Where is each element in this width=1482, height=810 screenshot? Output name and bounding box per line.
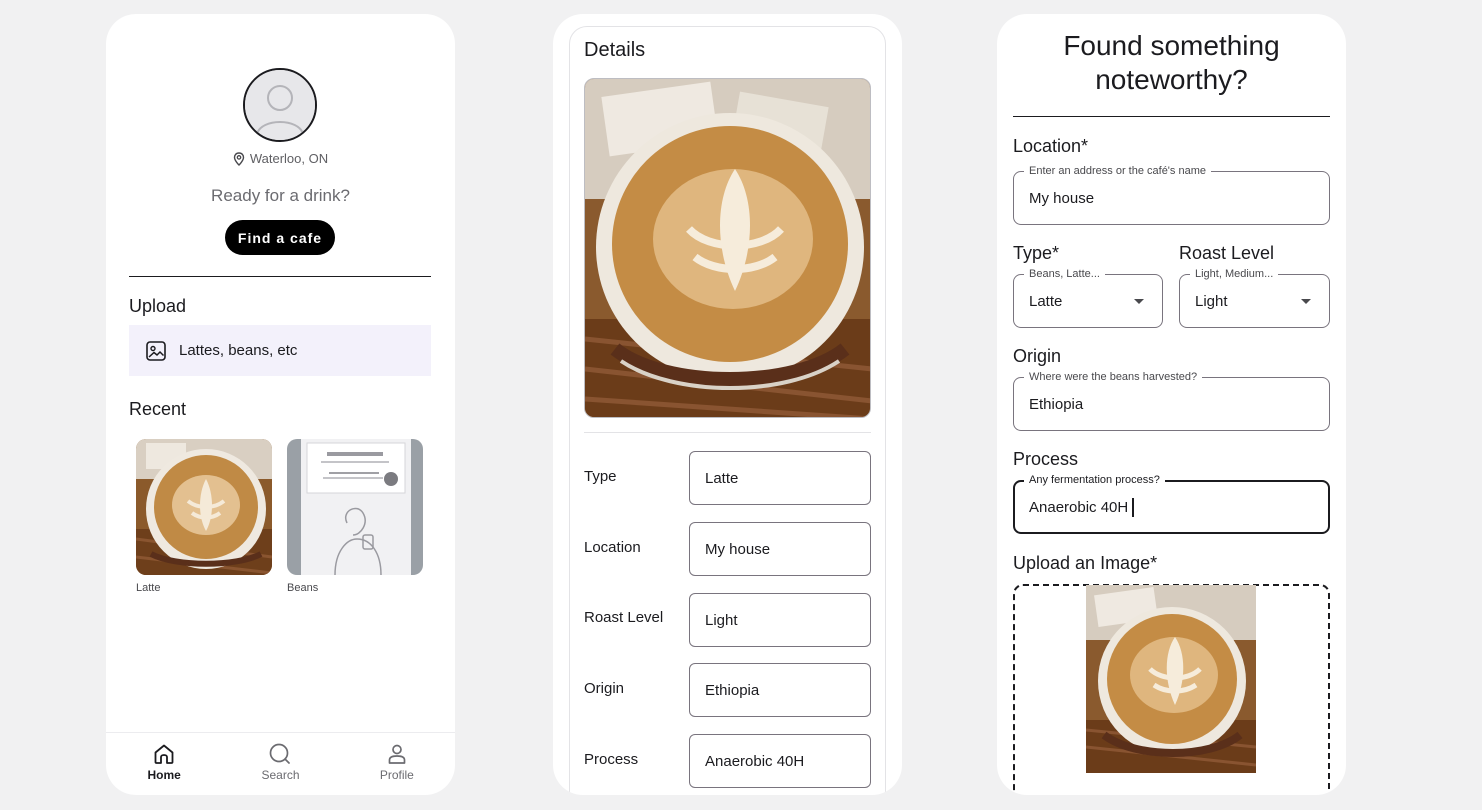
origin-label: Origin xyxy=(1013,346,1062,366)
nav-home[interactable]: Home xyxy=(106,733,222,795)
uploaded-image-preview[interactable] xyxy=(1086,585,1256,773)
avatar[interactable] xyxy=(243,68,317,142)
recent-item-label: Beans xyxy=(287,582,319,594)
location-label: Location xyxy=(584,539,641,556)
bottom-navigation: Home Search Profile xyxy=(106,732,455,795)
divider xyxy=(129,276,431,277)
recent-beans-thumbnail[interactable] xyxy=(287,439,423,575)
upload-image-label: Upload an Image* xyxy=(1013,553,1158,573)
roast-level-field[interactable]: Light xyxy=(689,593,871,647)
origin-hint: Where were the beans harvested? xyxy=(1024,370,1203,384)
roast-value: Light xyxy=(1195,292,1228,310)
nav-home-label: Home xyxy=(147,768,181,782)
latte-photo xyxy=(585,79,870,417)
greeting-text: Ready for a drink? xyxy=(211,186,350,205)
roast-level-select[interactable]: Light, Medium... Light xyxy=(1179,267,1330,328)
process-label: Process xyxy=(1013,449,1079,469)
profile-icon xyxy=(388,744,406,764)
divider xyxy=(1013,116,1330,117)
search-icon xyxy=(270,743,291,764)
type-label: Type* xyxy=(1013,243,1060,263)
recent-latte-thumbnail[interactable] xyxy=(136,439,272,575)
location-row: Waterloo, ON xyxy=(106,151,455,166)
origin-input[interactable]: Where were the beans harvested? Ethiopia xyxy=(1013,370,1330,431)
type-select[interactable]: Beans, Latte... Latte xyxy=(1013,267,1163,328)
nav-search-label: Search xyxy=(261,768,300,782)
profile-placeholder-icon xyxy=(245,70,315,140)
upload-form-screen: Found something noteworthy? Location* En… xyxy=(997,14,1346,795)
image-icon xyxy=(146,340,166,361)
latte-image xyxy=(136,439,272,575)
dropdown-arrow-icon xyxy=(1134,299,1144,304)
type-label: Type xyxy=(584,468,617,485)
upload-button[interactable]: Lattes, beans, etc xyxy=(129,325,431,376)
process-label: Process xyxy=(584,751,639,768)
location-input[interactable]: Enter an address or the café's name My h… xyxy=(1013,164,1330,225)
type-field[interactable]: Latte xyxy=(689,451,871,505)
recent-heading: Recent xyxy=(129,399,187,419)
home-screen: Waterloo, ON Ready for a drink? Find a c… xyxy=(106,14,455,795)
process-hint: Any fermentation process? xyxy=(1024,473,1165,487)
location-field[interactable]: My house xyxy=(689,522,871,576)
type-value: Latte xyxy=(1029,292,1063,310)
process-field[interactable]: Anaerobic 40H xyxy=(689,734,871,788)
roast-level-label: Roast Level xyxy=(584,609,664,626)
process-value: Anaerobic 40H xyxy=(1029,498,1129,516)
nav-profile-label: Profile xyxy=(379,768,414,782)
nav-profile[interactable]: Profile xyxy=(339,733,455,795)
latte-preview-image xyxy=(1086,585,1256,773)
upload-heading: Upload xyxy=(129,296,187,316)
details-title: Details xyxy=(584,39,646,61)
details-photo xyxy=(584,78,871,418)
find-cafe-button[interactable]: Find a cafe xyxy=(225,220,335,255)
origin-field[interactable]: Ethiopia xyxy=(689,663,871,717)
roast-level-label: Roast Level xyxy=(1179,243,1275,263)
location-text: Waterloo, ON xyxy=(249,151,329,166)
details-screen: Details Type Latte Location My house Roa… xyxy=(553,14,902,795)
location-hint: Enter an address or the café's name xyxy=(1024,164,1211,178)
text-cursor xyxy=(1132,497,1135,517)
origin-label: Origin xyxy=(584,680,625,697)
home-icon xyxy=(154,744,174,764)
recent-item-label: Latte xyxy=(136,582,161,594)
type-hint: Beans, Latte... xyxy=(1024,267,1105,281)
nav-search[interactable]: Search xyxy=(222,733,338,795)
form-title: Found something noteworthy? xyxy=(1063,30,1280,95)
roast-hint: Light, Medium... xyxy=(1190,267,1279,281)
upload-hint: Lattes, beans, etc xyxy=(179,342,298,359)
divider xyxy=(584,432,871,433)
location-label: Location* xyxy=(1013,136,1089,156)
location-pin-icon xyxy=(233,151,245,166)
location-value: My house xyxy=(1029,189,1095,207)
process-input[interactable]: Any fermentation process? Anaerobic 40H xyxy=(1013,473,1330,534)
beans-bag-image xyxy=(287,439,423,575)
dropdown-arrow-icon xyxy=(1301,299,1311,304)
origin-value: Ethiopia xyxy=(1029,395,1084,413)
